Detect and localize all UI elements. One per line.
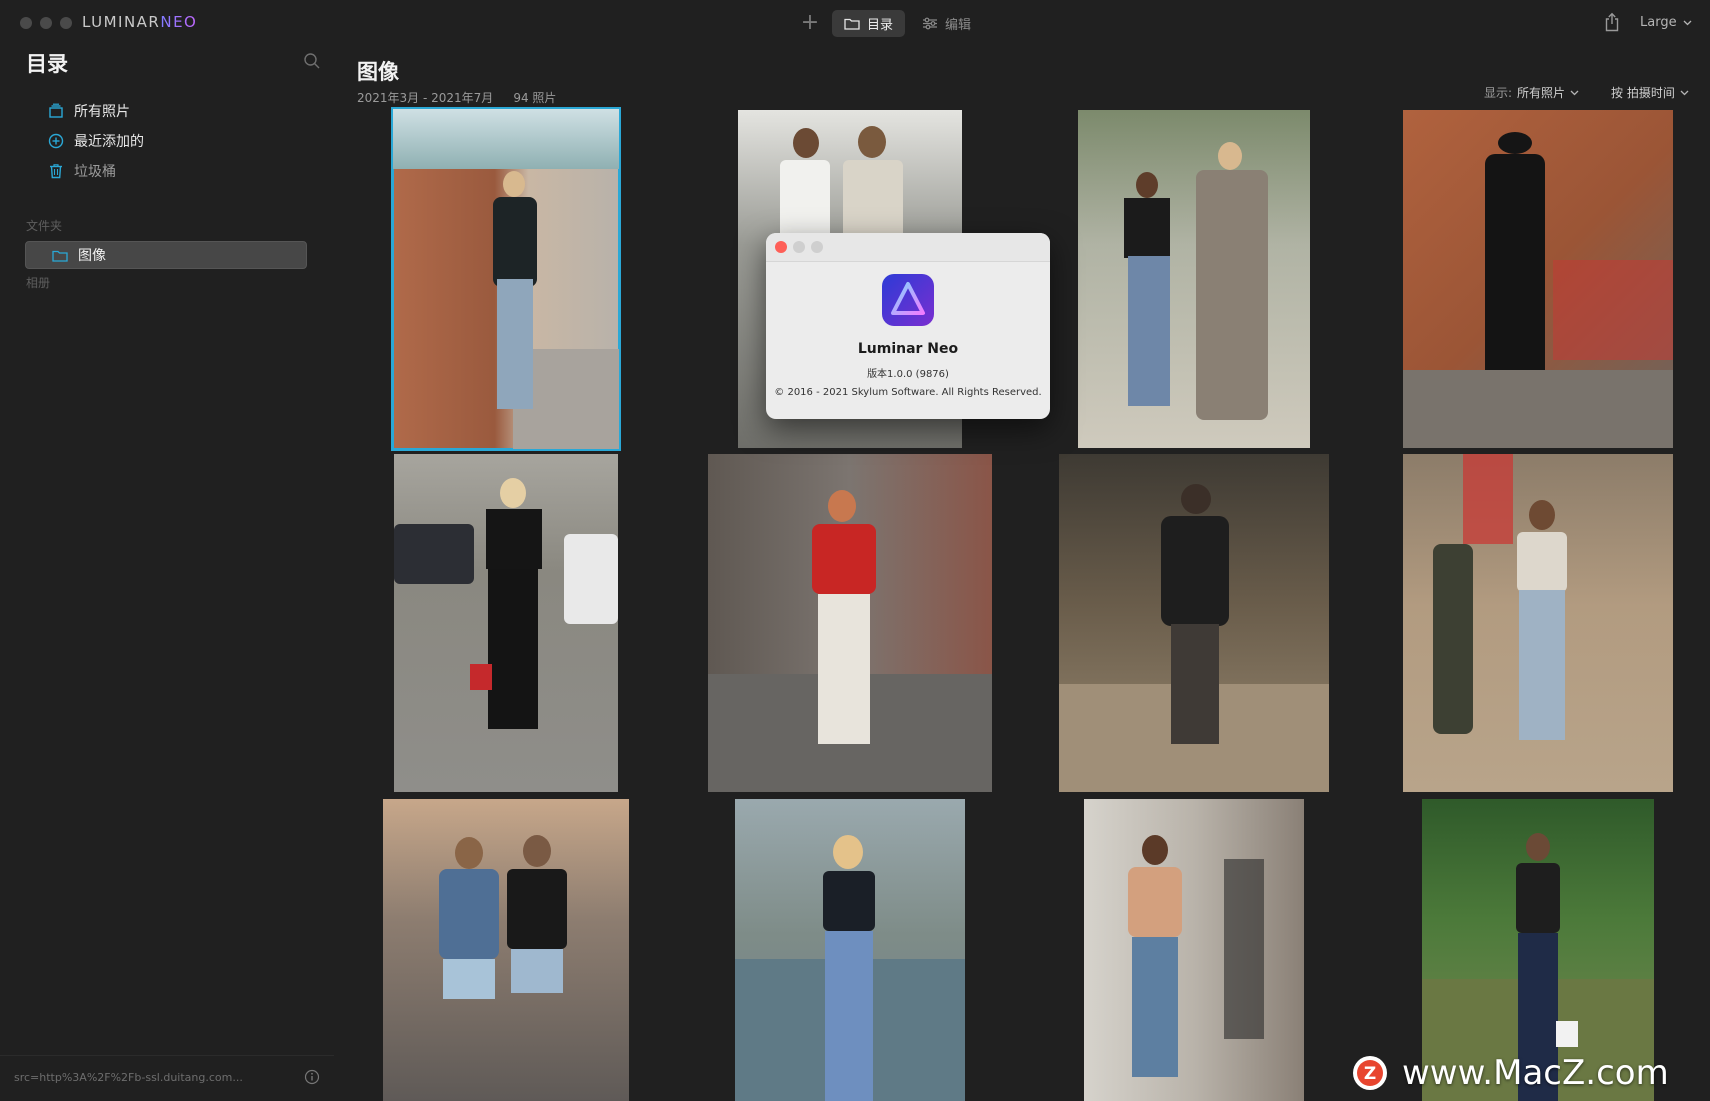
sliders-icon: [923, 17, 937, 30]
info-icon[interactable]: [304, 1069, 320, 1085]
app-logo: LUMINARNEO: [82, 13, 197, 31]
title-bar: LUMINARNEO + 目录 编辑 Large: [0, 0, 1710, 46]
about-dialog-titlebar: [766, 233, 1050, 262]
sidebar-title: 目录: [26, 52, 68, 76]
page-title: 图像: [357, 60, 399, 84]
photo-thumbnail[interactable]: [1403, 110, 1673, 448]
about-app-name: Luminar Neo: [857, 341, 959, 357]
about-dialog: Luminar Neo 版本1.0.0 (9876) © 2016 - 2021…: [766, 233, 1050, 419]
sidebar-item-label: 垃圾桶: [74, 164, 116, 180]
about-minimize-button: [793, 241, 805, 253]
watermark-text: www.MacZ.com: [1402, 1053, 1669, 1093]
sidebar-folder-label: 图像: [78, 248, 106, 264]
thumbnail-size-label: Large: [1640, 15, 1677, 30]
plus-circle-icon: [48, 133, 64, 149]
photo-thumbnail[interactable]: [1078, 110, 1310, 448]
tab-catalog-label: 目录: [867, 18, 894, 33]
about-zoom-button: [811, 241, 823, 253]
sidebar-item-recently-added[interactable]: 最近添加的: [48, 129, 144, 153]
luminar-neo-window: LUMINARNEO + 目录 编辑 Large 目录 所有照片 最近添加的 垃…: [0, 0, 1710, 1101]
selected-file-name: src=http%3A%2F%2Fb-ssl.duitang.com...: [14, 1071, 243, 1084]
folder-icon: [52, 250, 68, 262]
photo-thumbnail[interactable]: [735, 799, 965, 1101]
logo-main-text: LUMINAR: [82, 13, 161, 31]
date-range: 2021年3月 - 2021年7月: [357, 91, 494, 105]
about-version: 版本1.0.0 (9876): [867, 369, 949, 380]
trash-icon: [50, 164, 62, 179]
folders-section-header: 文件夹: [26, 219, 63, 233]
tab-catalog[interactable]: 目录: [832, 10, 906, 37]
sidebar-item-trash[interactable]: 垃圾桶: [48, 159, 116, 183]
thumbnail-size-dropdown[interactable]: Large: [1640, 15, 1692, 30]
photo-thumbnail[interactable]: [383, 799, 629, 1101]
watermark-badge: Z: [1364, 1064, 1376, 1084]
show-filter-label: 显示:: [1484, 86, 1513, 100]
luminar-neo-app-icon: [882, 274, 934, 326]
chevron-down-icon: [1683, 20, 1692, 25]
photo-stack-icon: [49, 103, 63, 118]
folder-icon: [844, 18, 860, 30]
sidebar-footer: src=http%3A%2F%2Fb-ssl.duitang.com...: [0, 1055, 334, 1101]
tab-edit-label: 编辑: [945, 18, 972, 33]
about-copyright: © 2016 - 2021 Skylum Software. All Right…: [774, 387, 1042, 398]
photo-thumbnail[interactable]: [1059, 454, 1329, 792]
logo-accent-text: NEO: [160, 13, 198, 31]
photo-thumbnail[interactable]: [1084, 799, 1304, 1101]
macz-logo-icon: Z: [1353, 1056, 1387, 1090]
about-close-button[interactable]: [775, 241, 787, 253]
share-icon[interactable]: [1603, 12, 1621, 32]
sidebar-item-all-photos[interactable]: 所有照片: [48, 99, 130, 123]
photo-thumbnail[interactable]: [1403, 454, 1673, 792]
sidebar-item-label: 最近添加的: [74, 134, 144, 150]
plus-icon: +: [800, 10, 820, 35]
tab-edit[interactable]: 编辑: [910, 10, 983, 37]
sidebar-folder-images[interactable]: 图像: [25, 241, 307, 269]
albums-section-header: 相册: [26, 276, 51, 290]
catalog-summary: 2021年3月 - 2021年7月 94 照片: [357, 89, 556, 106]
show-filter-value: 所有照片: [1517, 86, 1566, 100]
window-minimize-button[interactable]: [40, 17, 52, 29]
search-icon[interactable]: [303, 52, 321, 70]
photo-thumbnail[interactable]: [394, 454, 618, 792]
chevron-down-icon: [1570, 90, 1579, 95]
window-zoom-button[interactable]: [60, 17, 72, 29]
sidebar-item-label: 所有照片: [74, 104, 130, 120]
watermark: Z www.MacZ.com: [1352, 1053, 1669, 1093]
photo-count: 94 照片: [513, 91, 557, 105]
show-filter-dropdown[interactable]: 显示: 所有照片: [1484, 84, 1579, 101]
photo-thumbnail[interactable]: [391, 107, 621, 451]
add-photos-button[interactable]: +: [800, 10, 820, 36]
sidebar: 目录 所有照片 最近添加的 垃圾桶 文件夹 图像 相册 src=http%3A%…: [0, 46, 334, 1101]
sort-dropdown[interactable]: 按 拍摄时间: [1611, 84, 1689, 101]
window-close-button[interactable]: [20, 17, 32, 29]
photo-thumbnail[interactable]: [708, 454, 992, 792]
sort-label: 按 拍摄时间: [1611, 86, 1675, 100]
chevron-down-icon: [1680, 90, 1689, 95]
